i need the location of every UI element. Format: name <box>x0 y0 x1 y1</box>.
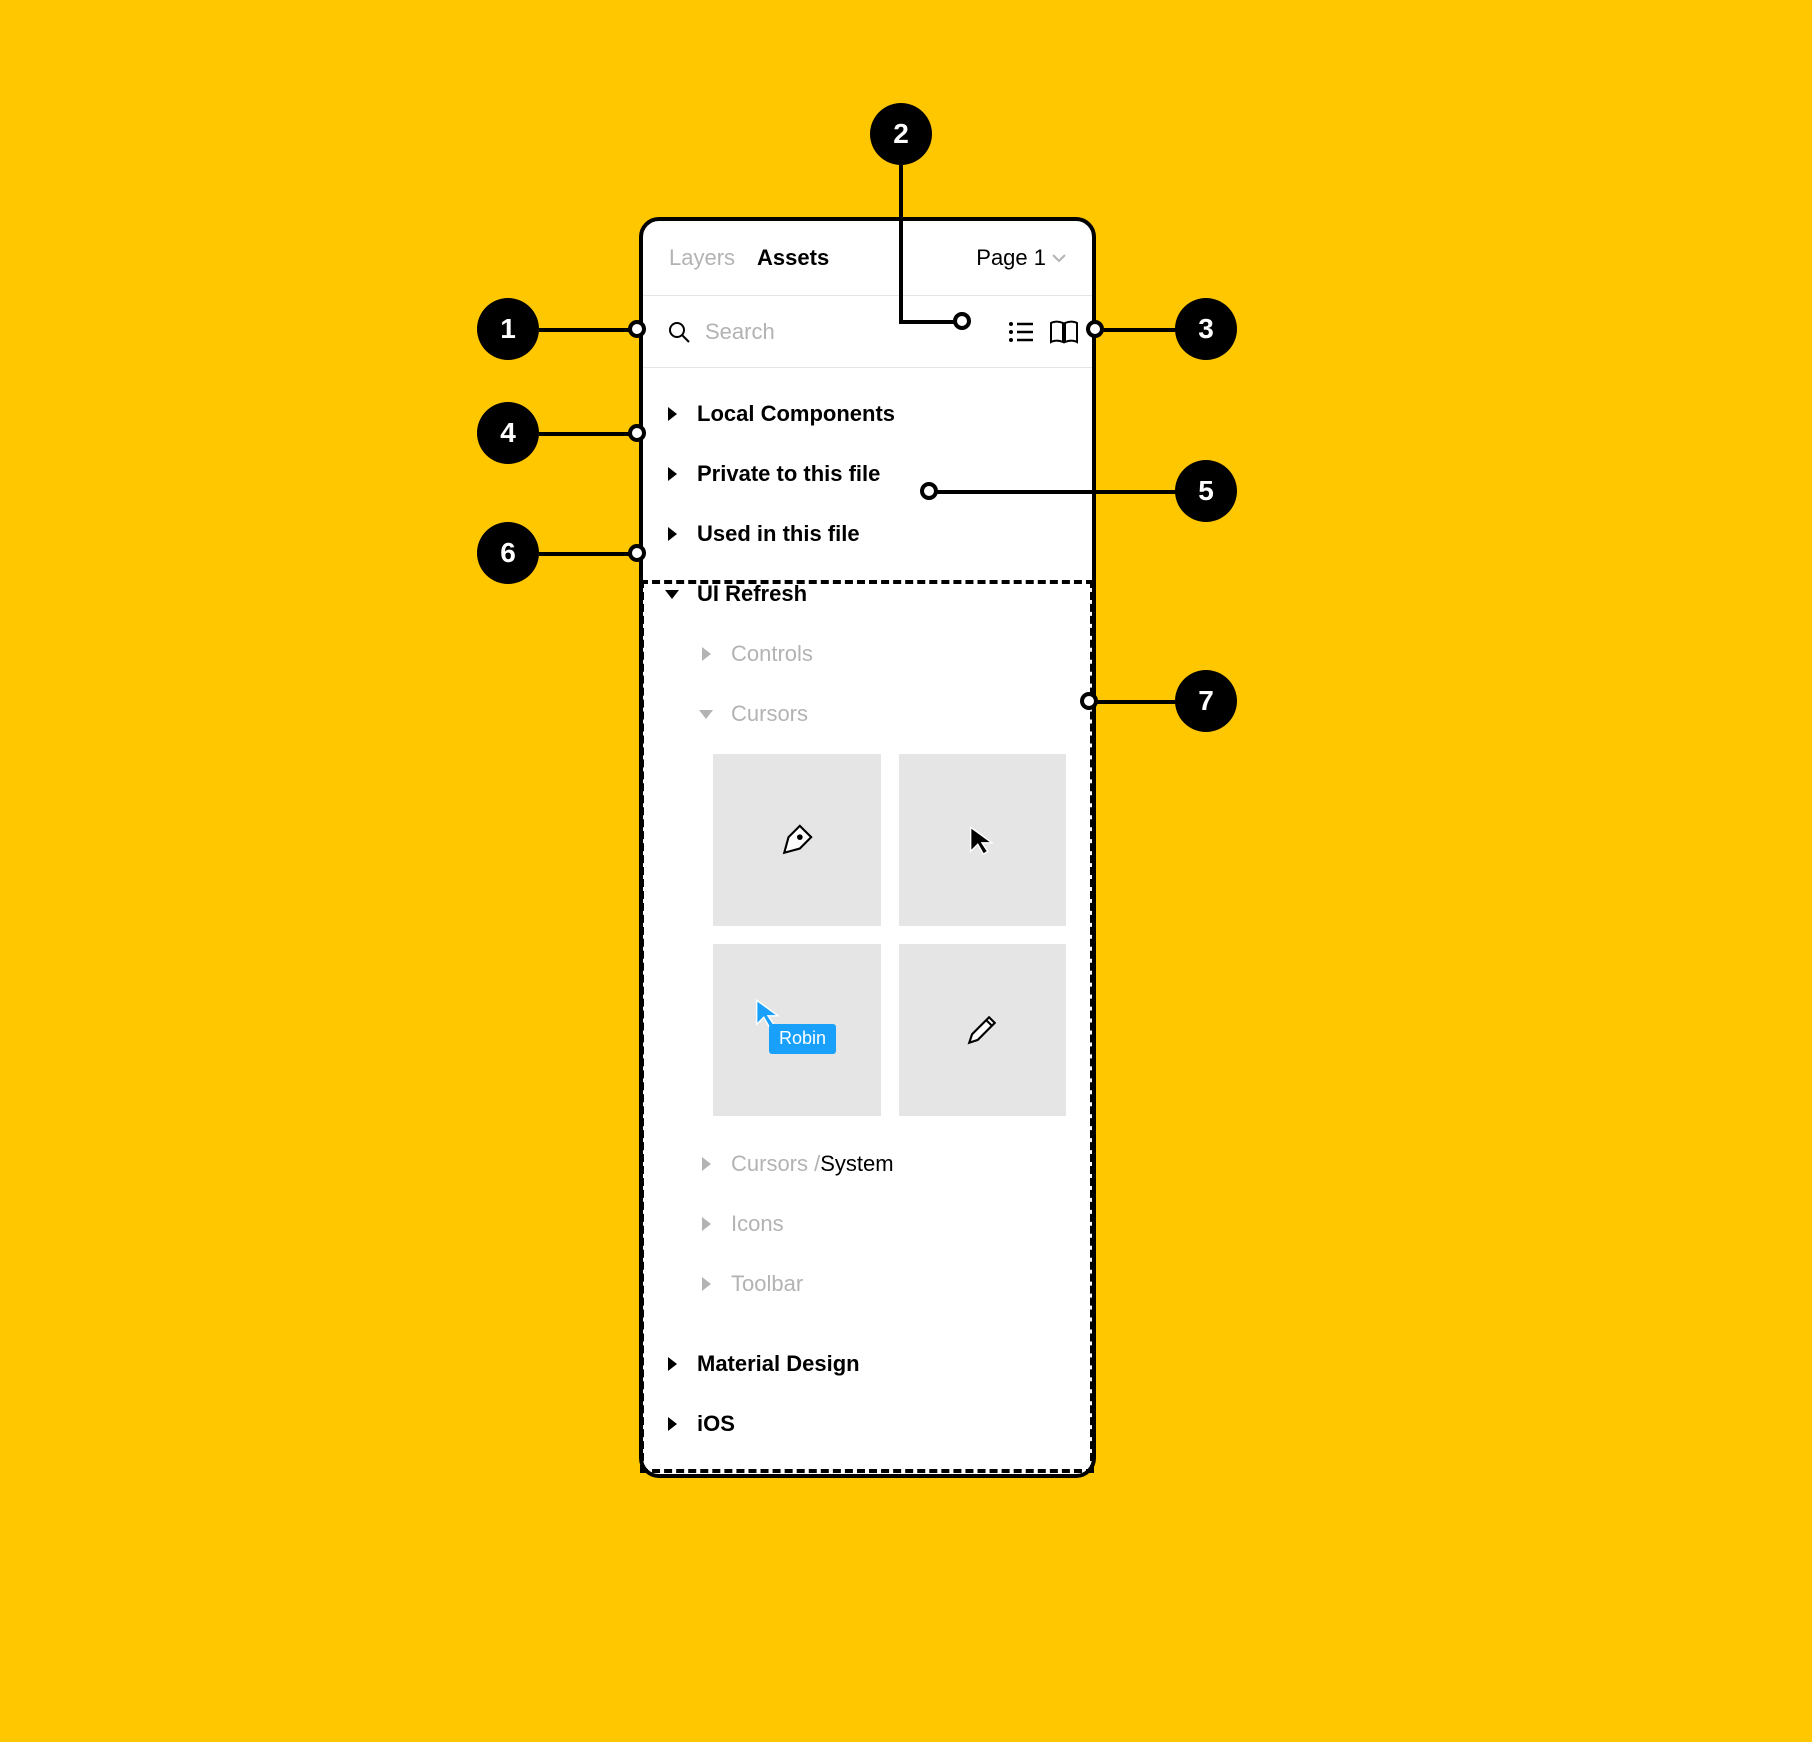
pen-tool-icon <box>780 823 814 857</box>
section-local-components[interactable]: Local Components <box>643 384 1092 444</box>
component-thumbnail-pen[interactable] <box>713 754 881 926</box>
section-label: Material Design <box>697 1351 860 1377</box>
component-thumbnail-pencil[interactable] <box>899 944 1067 1116</box>
pencil-icon <box>965 1013 999 1047</box>
disclosure-arrow-icon <box>665 467 679 481</box>
callout-line <box>539 552 634 556</box>
section-used-in-file[interactable]: Used in this file <box>643 504 1092 564</box>
section-controls[interactable]: Controls <box>643 624 1092 684</box>
list-view-icon[interactable] <box>1007 318 1035 346</box>
callout-pin <box>628 424 646 442</box>
page-selector-label: Page 1 <box>976 245 1046 271</box>
callout-line <box>899 320 959 324</box>
callout-badge-2: 2 <box>870 103 932 165</box>
disclosure-arrow-icon <box>699 710 713 719</box>
disclosure-arrow-icon <box>699 1217 713 1231</box>
disclosure-arrow-icon <box>665 1417 679 1431</box>
section-label: Cursors <box>731 701 808 727</box>
tab-assets[interactable]: Assets <box>757 245 829 271</box>
section-label: Private to this file <box>697 461 880 487</box>
callout-line <box>539 432 634 436</box>
section-label-prefix: Cursors / <box>731 1151 820 1177</box>
library-icon[interactable] <box>1049 318 1079 346</box>
page-selector[interactable]: Page 1 <box>976 245 1066 271</box>
callout-badge-5: 5 <box>1175 460 1237 522</box>
callout-line <box>1100 328 1176 332</box>
callout-pin <box>628 320 646 338</box>
cursor-thumbnails: Robin <box>643 744 1092 1134</box>
callout-line <box>1094 700 1176 704</box>
section-label: iOS <box>697 1411 735 1437</box>
callout-pin <box>953 312 971 330</box>
section-private-to-file[interactable]: Private to this file <box>643 444 1092 504</box>
search-row <box>643 296 1092 368</box>
section-label-suffix: System <box>820 1151 893 1177</box>
disclosure-arrow-icon <box>665 527 679 541</box>
section-label: Used in this file <box>697 521 860 547</box>
section-ios[interactable]: iOS <box>643 1394 1092 1454</box>
section-label: Local Components <box>697 401 895 427</box>
disclosure-arrow-icon <box>665 590 679 599</box>
callout-badge-1: 1 <box>477 298 539 360</box>
chevron-down-icon <box>1052 253 1066 263</box>
callout-pin <box>1080 692 1098 710</box>
assets-tree: Local Components Private to this file Us… <box>643 368 1092 1470</box>
callout-badge-4: 4 <box>477 402 539 464</box>
section-label: Icons <box>731 1211 784 1237</box>
callout-line <box>539 328 634 332</box>
disclosure-arrow-icon <box>699 647 713 661</box>
callout-line <box>934 490 1176 494</box>
component-thumbnail-collab-cursor[interactable]: Robin <box>713 944 881 1116</box>
section-label: Controls <box>731 641 813 667</box>
disclosure-arrow-icon <box>699 1157 713 1171</box>
callout-badge-7: 7 <box>1175 670 1237 732</box>
callout-pin <box>920 482 938 500</box>
section-icons[interactable]: Icons <box>643 1194 1092 1254</box>
tab-layers[interactable]: Layers <box>669 245 735 271</box>
section-cursors-system[interactable]: Cursors / System <box>643 1134 1092 1194</box>
callout-pin <box>1086 320 1104 338</box>
callout-badge-6: 6 <box>477 522 539 584</box>
section-ui-refresh[interactable]: UI Refresh <box>643 564 1092 624</box>
search-icon <box>667 320 691 344</box>
disclosure-arrow-icon <box>665 407 679 421</box>
component-thumbnail-arrow[interactable] <box>899 754 1067 926</box>
section-label: UI Refresh <box>697 581 807 607</box>
arrow-cursor-icon <box>965 823 999 857</box>
collab-cursor-label: Robin <box>769 1024 836 1054</box>
disclosure-arrow-icon <box>699 1277 713 1291</box>
section-toolbar[interactable]: Toolbar <box>643 1254 1092 1314</box>
callout-pin <box>628 544 646 562</box>
callout-line <box>899 165 903 320</box>
section-cursors[interactable]: Cursors <box>643 684 1092 744</box>
disclosure-arrow-icon <box>665 1357 679 1371</box>
callout-badge-3: 3 <box>1175 298 1237 360</box>
section-material-design[interactable]: Material Design <box>643 1334 1092 1394</box>
section-label: Toolbar <box>731 1271 803 1297</box>
assets-panel: Layers Assets Page 1 Local Components <box>639 217 1096 1478</box>
panel-tabs: Layers Assets Page 1 <box>643 221 1092 296</box>
